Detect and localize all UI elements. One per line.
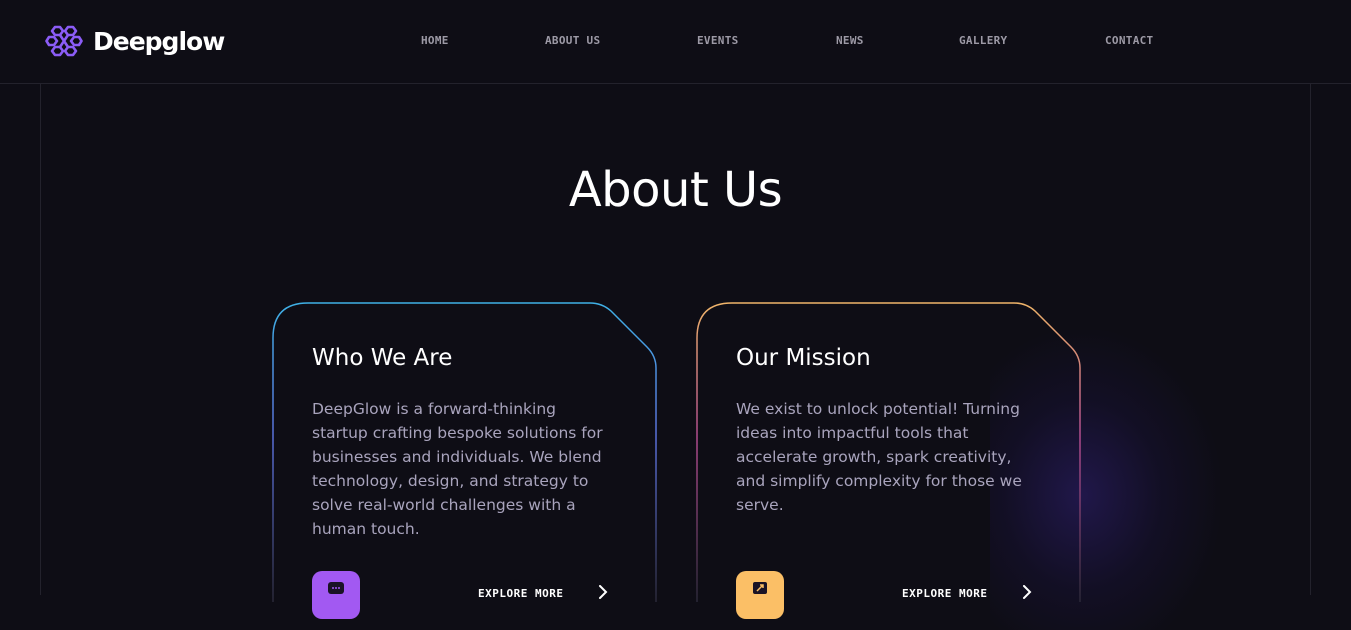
- card-title: Our Mission: [736, 345, 871, 371]
- brand-name: Deepglow: [93, 26, 225, 56]
- card-icon-badge: [736, 571, 784, 619]
- explore-more-link[interactable]: EXPLORE MORE: [902, 587, 987, 600]
- nav-gallery[interactable]: GALLERY: [959, 34, 1007, 47]
- card-icon-badge: [312, 571, 360, 619]
- chat-bubble-icon: [328, 582, 344, 594]
- chevron-right-icon[interactable]: [596, 585, 610, 599]
- frame-line-right: [1310, 84, 1311, 595]
- brain-icon: [45, 25, 83, 57]
- site-header: Deepglow HOME ABOUT US EVENTS NEWS GALLE…: [0, 0, 1351, 84]
- brand-logo[interactable]: Deepglow: [45, 21, 225, 61]
- explore-more-link[interactable]: EXPLORE MORE: [478, 587, 563, 600]
- nav-news[interactable]: NEWS: [836, 34, 864, 47]
- card-title: Who We Are: [312, 345, 453, 371]
- nav-home[interactable]: HOME: [421, 34, 449, 47]
- frame-line-left: [40, 84, 41, 595]
- card-description: DeepGlow is a forward-thinking startup c…: [312, 400, 603, 538]
- nav-contact[interactable]: CONTACT: [1105, 34, 1153, 47]
- expand-arrows-icon: [753, 582, 767, 594]
- card-description: We exist to unlock potential! Turning id…: [736, 400, 1022, 514]
- nav-events[interactable]: EVENTS: [697, 34, 739, 47]
- page-title: About Us: [568, 162, 783, 218]
- nav-about-us[interactable]: ABOUT US: [545, 34, 600, 47]
- chevron-right-icon[interactable]: [1020, 585, 1034, 599]
